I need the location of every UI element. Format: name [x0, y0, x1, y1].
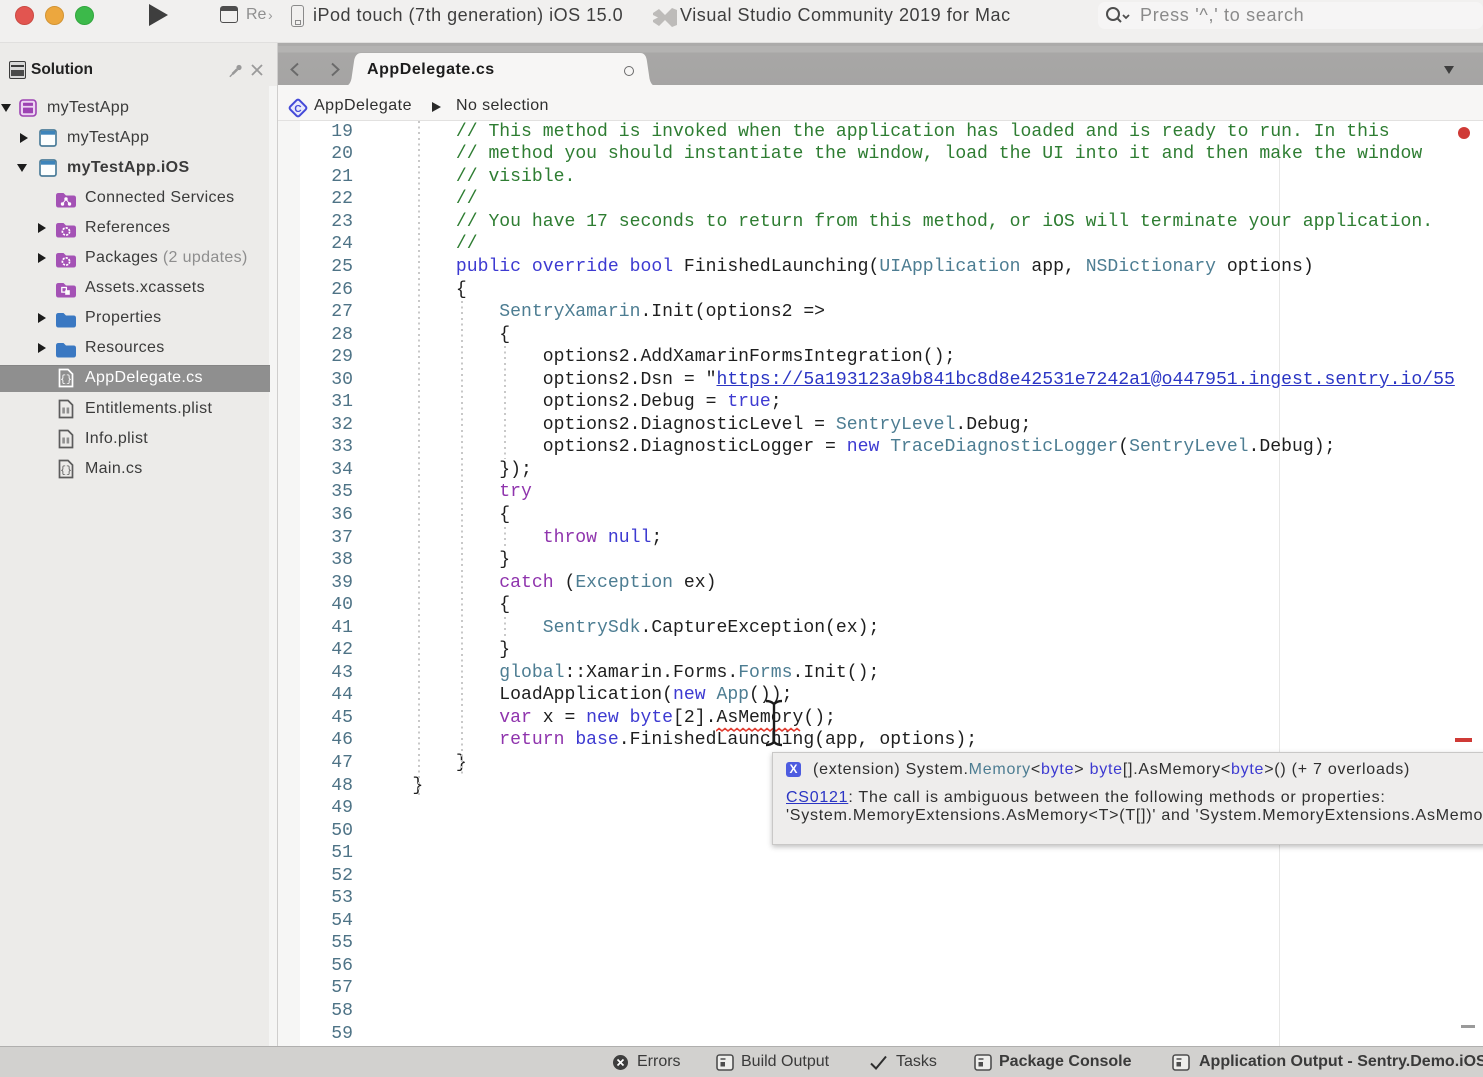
svg-text:C: C: [294, 104, 301, 115]
